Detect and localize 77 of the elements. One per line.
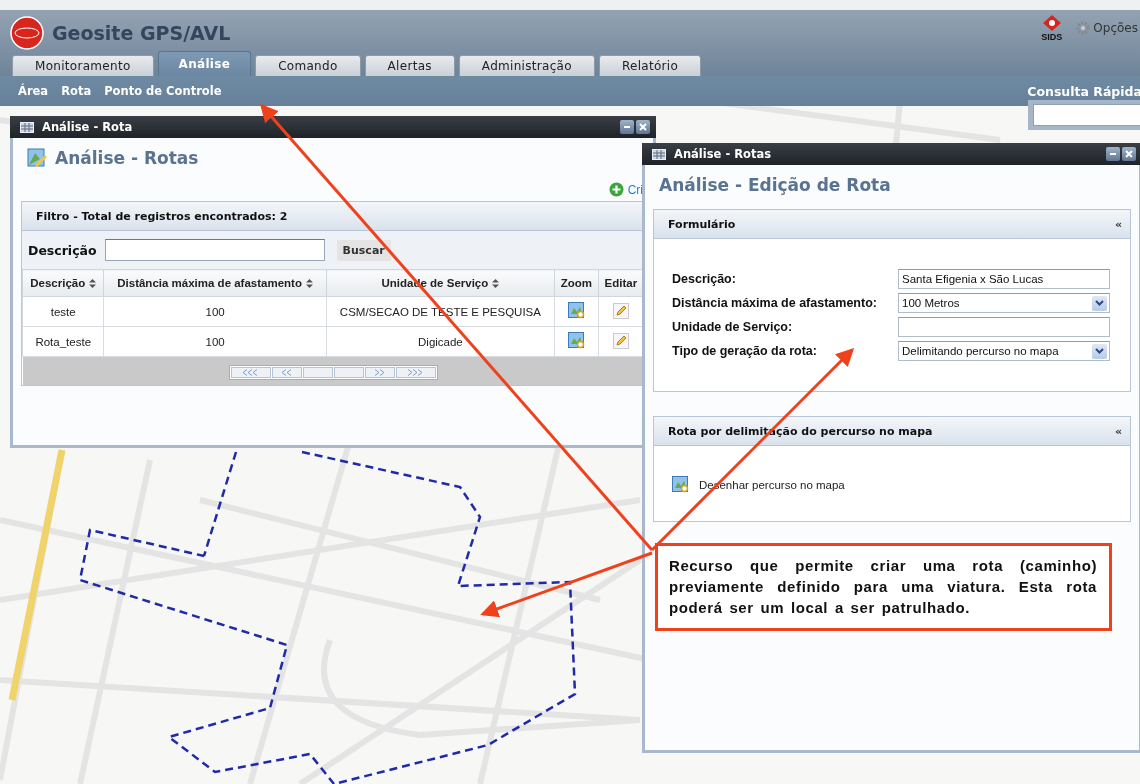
dropdown-field[interactable]: Delimitando percurso no mapa	[898, 341, 1110, 361]
column-header[interactable]: Editar	[598, 269, 644, 297]
table-cell: teste	[22, 296, 104, 327]
close-icon	[1125, 150, 1133, 158]
collapse-button[interactable]: «	[1114, 424, 1122, 438]
edit-button[interactable]	[612, 332, 629, 349]
table-cell: Rota_teste	[22, 326, 104, 357]
window-title: Análise - Rota	[42, 120, 133, 134]
pencil-icon	[612, 302, 629, 319]
sub-navigation-link[interactable]: Ponto de Controle	[104, 84, 222, 98]
field-label: Tipo de geração da rota:	[672, 344, 818, 358]
description-field[interactable]	[104, 239, 325, 261]
annotation-text: Recurso que permite criar uma rota (caminho) previamente definido para uma viatura. Esta rota poderá ser um local a ser patrulhado.	[669, 556, 1097, 618]
sub-navigation-link[interactable]: Área	[18, 84, 49, 98]
table-cell: 100	[103, 296, 327, 327]
dropdown-field[interactable]: 100 Metros	[898, 293, 1110, 313]
edit-button[interactable]	[612, 302, 629, 319]
nav-tab[interactable]: Alertas	[364, 55, 455, 76]
next-page-button[interactable]	[364, 367, 395, 378]
sub-navigation-link[interactable]: Rota	[61, 84, 92, 98]
panel-title: Formulário	[668, 217, 736, 231]
column-header[interactable]: Descrição	[22, 269, 104, 297]
page-heading: Análise - Rotas	[55, 148, 199, 168]
page-field[interactable]	[302, 367, 333, 378]
window-title: Análise - Rotas	[674, 147, 771, 161]
field-label: Distância máxima de afastamento:	[672, 296, 878, 310]
options-button[interactable]: Opções	[1076, 21, 1140, 35]
chevron-down-icon	[1092, 343, 1107, 359]
page-field[interactable]	[333, 367, 364, 378]
nav-tab[interactable]: Comando	[255, 55, 361, 76]
zoom-button[interactable]	[567, 302, 585, 319]
zoom-button[interactable]	[567, 332, 585, 349]
previous-icon	[280, 369, 293, 376]
next-icon	[373, 369, 386, 376]
minimize-icon	[1109, 150, 1117, 158]
page-heading: Análise - Edição de Rota	[659, 175, 891, 195]
previous-page-button[interactable]	[271, 367, 302, 378]
panel-title: Filtro - Total de registros encontrados: 2	[36, 209, 288, 223]
field-label: Descrição:	[672, 272, 737, 286]
add-icon	[608, 182, 624, 197]
minimize-icon	[623, 123, 631, 131]
map-pencil-icon	[27, 148, 47, 168]
window-icon	[20, 121, 34, 133]
column-header[interactable]: Distância máxima de afastamento	[103, 269, 327, 297]
pencil-icon	[612, 332, 629, 349]
logo-icon	[10, 16, 44, 50]
map-magnifier-icon	[567, 332, 585, 349]
input-field[interactable]	[898, 317, 1110, 337]
previous-icon	[242, 369, 259, 376]
chevron-down-icon	[1092, 295, 1107, 311]
gear-icon	[1076, 21, 1091, 35]
first-page-button[interactable]	[230, 367, 271, 378]
brand-label: SIDS	[1041, 32, 1063, 42]
input-field[interactable]: Santa Efigenia x São Lucas	[898, 269, 1110, 289]
map-magnifier-icon	[567, 302, 585, 319]
last-page-button[interactable]	[395, 367, 436, 378]
nav-tab[interactable]: Relatório	[598, 55, 702, 76]
collapse-button[interactable]: «	[1114, 217, 1122, 231]
close-button[interactable]	[636, 120, 650, 134]
field-label: Descrição	[28, 242, 97, 258]
nav-tab[interactable]: Administração	[458, 55, 595, 76]
search-button[interactable]: Buscar	[336, 239, 391, 261]
table-cell: 100	[103, 326, 327, 357]
field-label: Unidade de Serviço:	[672, 320, 794, 334]
close-button[interactable]	[1122, 147, 1136, 161]
map-magnifier-icon	[672, 476, 689, 493]
logo-icon	[1041, 14, 1062, 32]
column-header[interactable]: Zoom	[554, 269, 599, 297]
create-link[interactable]: Cri	[627, 182, 643, 197]
nav-tab[interactable]: Monitoramento	[12, 55, 154, 76]
app-title: Geosite GPS/AVL	[52, 22, 231, 44]
next-icon	[407, 369, 424, 376]
window-icon	[652, 148, 666, 160]
minimize-button[interactable]	[1106, 147, 1120, 161]
close-icon	[639, 123, 647, 131]
minimize-button[interactable]	[620, 120, 634, 134]
table-cell: Digicade	[326, 326, 555, 357]
